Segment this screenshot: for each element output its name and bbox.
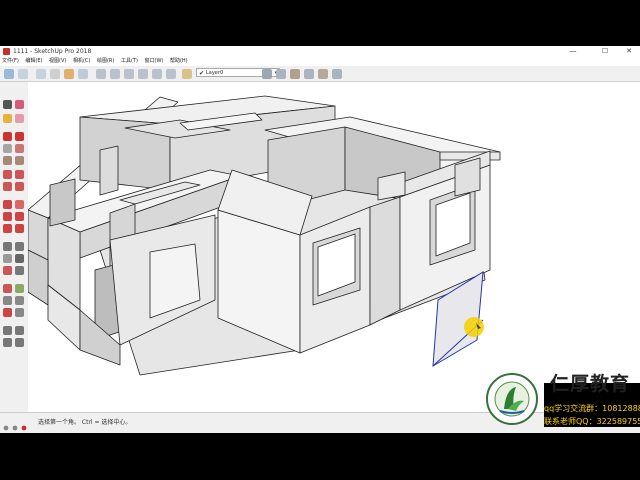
protractor-icon[interactable]: [3, 254, 12, 263]
zoom-extents-icon[interactable]: [3, 308, 12, 317]
3d-text-icon[interactable]: [15, 266, 24, 275]
close-button[interactable]: ✕: [622, 46, 636, 57]
walk-tool-icon[interactable]: [3, 338, 12, 347]
main-toolbar: ✔ Layer0 ▾: [0, 66, 640, 82]
menu-help[interactable]: 帮助(H): [170, 57, 188, 66]
iso-view-icon[interactable]: [96, 69, 106, 79]
move-tool-icon[interactable]: [3, 200, 12, 209]
make-component-icon[interactable]: [15, 100, 24, 109]
position-camera-icon[interactable]: [3, 326, 12, 335]
promo-banner: 仁厚教育 qq学习交流群：1081288848 联系老师QQ：322589755…: [544, 373, 640, 427]
previous-view-icon[interactable]: [15, 308, 24, 317]
axes-tool-icon[interactable]: [3, 266, 12, 275]
menu-draw[interactable]: 绘图(R): [97, 57, 114, 66]
front-view-icon[interactable]: [124, 69, 134, 79]
freehand-tool-icon[interactable]: [15, 132, 24, 141]
hidden-line-style-icon[interactable]: [50, 69, 60, 79]
three-point-arc-icon[interactable]: [3, 182, 12, 191]
back-edges-style-icon[interactable]: [18, 69, 28, 79]
menu-bar: 文件(F) 编辑(E) 视图(V) 相机(C) 绘图(R) 工具(T) 窗口(W…: [0, 57, 640, 66]
right-view-icon[interactable]: [138, 69, 148, 79]
scale-tool-icon[interactable]: [3, 224, 12, 233]
minimize-button[interactable]: —: [566, 46, 580, 57]
shaded-textures-style-icon[interactable]: [78, 69, 88, 79]
components-icon[interactable]: [332, 69, 342, 79]
wireframe-style-icon[interactable]: [36, 69, 46, 79]
left-toolbar: [0, 82, 28, 412]
brand-name: 仁厚教育: [550, 373, 631, 395]
zoom-window-icon[interactable]: [15, 296, 24, 305]
sketchup-window: 1111 - SketchUp Pro 2018 — ☐ ✕ 文件(F) 编辑(…: [0, 46, 640, 433]
menu-tools[interactable]: 工具(T): [121, 57, 138, 66]
menu-view[interactable]: 视图(V): [49, 57, 66, 66]
two-point-arc-icon[interactable]: [15, 170, 24, 179]
select-arrow-icon[interactable]: [3, 100, 12, 109]
status-icons: [3, 420, 31, 431]
info-icon: [3, 425, 27, 431]
share-model-icon[interactable]: [276, 69, 286, 79]
house-model-drawing[interactable]: [28, 82, 640, 412]
eraser-icon[interactable]: [15, 114, 24, 123]
status-text: 选择第一个角。 Ctrl = 选择中心。: [38, 419, 132, 426]
layer-manager-icon[interactable]: [182, 69, 192, 79]
xray-style-icon[interactable]: [4, 69, 14, 79]
shaded-style-icon[interactable]: [64, 69, 74, 79]
layer-name: Layer0: [206, 70, 224, 76]
checkmark-icon: ✔: [199, 70, 205, 77]
menu-file[interactable]: 文件(F): [2, 57, 19, 66]
sketchup-app-icon: [3, 48, 10, 55]
maximize-button[interactable]: ☐: [598, 46, 612, 57]
title-bar: 1111 - SketchUp Pro 2018 — ☐ ✕: [0, 46, 640, 57]
home-icon[interactable]: [290, 69, 300, 79]
rotated-rectangle-icon[interactable]: [15, 144, 24, 153]
paint-bucket-icon[interactable]: [3, 114, 12, 123]
line-tool-icon[interactable]: [3, 132, 12, 141]
extension-icon[interactable]: [304, 69, 314, 79]
window-title: 1111 - SketchUp Pro 2018: [13, 48, 92, 55]
renhou-education-logo: [486, 373, 538, 425]
menu-window[interactable]: 窗口(W): [145, 57, 164, 66]
cursor-highlight: [464, 317, 484, 337]
back-view-icon[interactable]: [152, 69, 162, 79]
top-view-icon[interactable]: [110, 69, 120, 79]
follow-me-icon[interactable]: [15, 212, 24, 221]
qq-group-text: qq学习交流群：1081288848: [544, 404, 640, 413]
menu-camera[interactable]: 相机(C): [73, 57, 90, 66]
offset-tool-icon[interactable]: [15, 224, 24, 233]
pie-tool-icon[interactable]: [15, 182, 24, 191]
push-pull-icon[interactable]: [15, 200, 24, 209]
left-view-icon[interactable]: [166, 69, 176, 79]
warehouse-icon[interactable]: [262, 69, 272, 79]
rectangle-tool-icon[interactable]: [3, 144, 12, 153]
zoom-tool-icon[interactable]: [3, 296, 12, 305]
polygon-tool-icon[interactable]: [15, 156, 24, 165]
teacher-qq-text: 联系老师QQ：3225897559: [544, 417, 640, 426]
circle-tool-icon[interactable]: [3, 156, 12, 165]
section-plane-icon[interactable]: [15, 338, 24, 347]
menu-edit[interactable]: 编辑(E): [25, 57, 42, 66]
orbit-tool-icon[interactable]: [3, 284, 12, 293]
dimension-tool-icon[interactable]: [15, 242, 24, 251]
text-tool-icon[interactable]: [15, 254, 24, 263]
model-viewport[interactable]: [28, 82, 640, 412]
pan-tool-icon[interactable]: [15, 284, 24, 293]
house-icon[interactable]: [318, 69, 328, 79]
tape-measure-icon[interactable]: [3, 242, 12, 251]
rotate-tool-icon[interactable]: [3, 212, 12, 221]
arc-tool-icon[interactable]: [3, 170, 12, 179]
look-around-icon[interactable]: [15, 326, 24, 335]
